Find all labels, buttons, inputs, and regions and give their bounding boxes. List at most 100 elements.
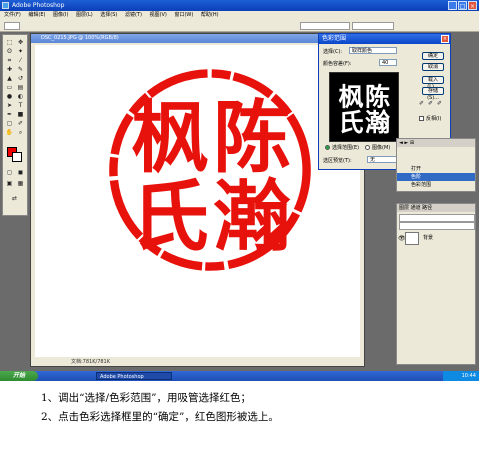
background-color-swatch[interactable] — [12, 152, 22, 162]
maximize-icon[interactable]: □ — [458, 1, 467, 10]
menu-image[interactable]: 图像(I) — [53, 12, 68, 18]
notes-tool-icon[interactable]: ▢ — [5, 120, 14, 127]
seal-image: 陈 瀚 枫 氏 — [109, 69, 311, 271]
invert-label: 反相(I) — [426, 116, 442, 122]
history-panel-tabs[interactable]: ◄ ► ⊞ — [397, 139, 475, 147]
full-screen-mode-icon[interactable]: ▦ — [16, 180, 25, 187]
dodge-tool-icon[interactable]: ◐ — [16, 93, 25, 100]
selection-radio[interactable] — [325, 145, 330, 150]
history-row-selected[interactable]: 色阶 — [397, 173, 475, 181]
eyedropper-icon[interactable]: ✐ — [418, 100, 425, 108]
gradient-tool-icon[interactable]: ▤ — [16, 84, 25, 91]
standard-mode-icon[interactable]: ◻ — [5, 169, 14, 176]
eyedropper-plus-icon[interactable]: ✐ — [427, 100, 434, 108]
type-tool-icon[interactable]: T — [16, 102, 25, 109]
dialog-title: 色彩范围 × — [319, 34, 450, 44]
layers-panel: 图层 通道 路径 背景 👁 — [396, 203, 476, 365]
options-field[interactable] — [300, 22, 350, 30]
window-titlebar: Adobe Photoshop _ □ × — [0, 0, 479, 11]
layer-thumbnail — [405, 232, 419, 245]
preview-char-bottom-left: 氏 — [338, 107, 363, 137]
invert-checkbox[interactable] — [419, 116, 424, 121]
shape-tool-icon[interactable]: ■ — [16, 111, 25, 118]
crop-tool-icon[interactable]: ⌗ — [5, 57, 14, 64]
caption-step-2: 2、点击色彩选择框里的“确定”，红色图形被选上。 — [41, 411, 279, 423]
seal-char-bottom-left: 氏 — [131, 172, 209, 263]
layer-name: 背景 — [423, 235, 434, 241]
save-button[interactable]: 存储(S)... — [422, 87, 444, 101]
seal-char-bottom-right: 瀚 — [213, 172, 291, 263]
menu-view[interactable]: 视图(V) — [150, 12, 167, 18]
seal-char-top-left: 枫 — [131, 93, 209, 184]
select-dropdown[interactable]: 取样颜色 — [349, 47, 397, 54]
minimize-icon[interactable]: _ — [448, 1, 457, 10]
photoshop-app-icon — [2, 2, 9, 9]
document-status-bar: 文档:781K/781K — [31, 358, 364, 366]
history-row[interactable]: 色彩范围 — [397, 181, 475, 189]
lasso-tool-icon[interactable]: ʘ — [5, 48, 14, 55]
taskbar-photoshop-item[interactable]: Adobe Photoshop — [96, 372, 172, 380]
eyedropper-tool-icon[interactable]: ✐ — [16, 120, 25, 127]
fuzziness-input[interactable]: 40 — [379, 59, 397, 66]
blur-tool-icon[interactable]: ● — [5, 93, 14, 100]
document-window: DSC_0215.JPG @ 100%(RGB/8) 陈 瀚 枫 氏 文档:78… — [30, 33, 365, 367]
close-icon[interactable]: × — [468, 1, 477, 10]
menu-edit[interactable]: 编辑(E) — [28, 12, 45, 18]
dialog-close-icon[interactable]: × — [441, 35, 449, 43]
pen-tool-icon[interactable]: ✒ — [5, 111, 14, 118]
menu-bar: 文件(F) 编辑(E) 图像(I) 图层(L) 选择(S) 滤镜(T) 视图(V… — [0, 11, 479, 20]
eyedropper-minus-icon[interactable]: ✐ — [436, 100, 443, 108]
slice-tool-icon[interactable]: ⁄ — [16, 57, 25, 64]
menu-layer[interactable]: 图层(L) — [76, 12, 93, 18]
stamp-tool-icon[interactable]: ▲ — [5, 75, 14, 82]
windows-taskbar: 开始 Adobe Photoshop 10:44 — [0, 371, 479, 381]
lock-options-row[interactable] — [399, 222, 475, 230]
move-tool-icon[interactable]: ✥ — [16, 39, 25, 46]
preview-char-bottom-right: 瀚 — [365, 107, 391, 137]
menu-help[interactable]: 帮助(H) — [201, 12, 219, 18]
fuzziness-label: 颜色容差(F): — [323, 61, 352, 67]
document-canvas[interactable]: 陈 瀚 枫 氏 — [35, 45, 360, 357]
menu-window[interactable]: 窗口(W) — [174, 12, 193, 18]
photoshop-screenshot: Adobe Photoshop _ □ × 文件(F) 编辑(E) 图像(I) … — [0, 0, 479, 381]
zoom-tool-icon[interactable]: ⌕ — [16, 129, 25, 136]
caption-step-1: 1、调出“选择/色彩范围”，用吸管选择红色； — [41, 392, 251, 404]
layers-panel-tabs[interactable]: 图层 通道 路径 — [397, 204, 475, 212]
options-bar — [0, 20, 479, 32]
tool-preset-picker[interactable] — [4, 22, 20, 30]
seal-char-top-right: 陈 — [213, 93, 291, 184]
toolbox: ⬚ ✥ ʘ ✦ ⌗ ⁄ ✚ ✎ ▲ ↺ ▭ ▤ ● ◐ ➤ T ✒ ■ ▢ ✐ … — [2, 34, 28, 216]
selection-radio-label: 选择范围(E) — [332, 145, 360, 151]
history-brush-tool-icon[interactable]: ↺ — [16, 75, 25, 82]
ok-button[interactable]: 确定 — [422, 52, 444, 60]
palette-well[interactable] — [352, 22, 394, 30]
quick-mask-mode-icon[interactable]: ◼ — [16, 169, 25, 176]
load-button[interactable]: 载入(L)... — [422, 76, 444, 90]
start-button[interactable]: 开始 — [0, 371, 38, 381]
image-radio[interactable] — [365, 145, 370, 150]
select-label: 选择(C): — [323, 49, 343, 55]
screen-mode-icon[interactable]: ▣ — [5, 180, 14, 187]
selection-preview: 陈 瀚 枫 氏 — [329, 72, 399, 142]
selection-preview-label: 选区预览(T): — [323, 158, 352, 164]
healing-brush-tool-icon[interactable]: ✚ — [5, 66, 14, 73]
imageready-jump-icon[interactable]: ⇄ — [10, 195, 19, 202]
menu-select[interactable]: 选择(S) — [100, 12, 117, 18]
window-title: Adobe Photoshop — [12, 2, 65, 9]
menu-filter[interactable]: 滤镜(T) — [125, 12, 142, 18]
preview-seal-image: 陈 瀚 枫 氏 — [338, 81, 391, 137]
document-title: DSC_0215.JPG @ 100%(RGB/8) — [31, 34, 364, 43]
history-panel: ◄ ► ⊞ 打开 色阶 色彩范围 — [396, 138, 476, 192]
eraser-tool-icon[interactable]: ▭ — [5, 84, 14, 91]
history-row[interactable]: 打开 — [397, 165, 475, 173]
path-select-tool-icon[interactable]: ➤ — [5, 102, 14, 109]
magic-wand-tool-icon[interactable]: ✦ — [16, 48, 25, 55]
menu-file[interactable]: 文件(F) — [4, 12, 21, 18]
brush-tool-icon[interactable]: ✎ — [16, 66, 25, 73]
hand-tool-icon[interactable]: ✋ — [5, 129, 14, 136]
image-radio-label: 图像(M) — [372, 145, 391, 151]
dialog-title-text: 色彩范围 — [322, 35, 347, 42]
marquee-tool-icon[interactable]: ⬚ — [5, 39, 14, 46]
cancel-button[interactable]: 取消 — [422, 63, 444, 71]
blend-mode-select[interactable] — [399, 214, 475, 222]
